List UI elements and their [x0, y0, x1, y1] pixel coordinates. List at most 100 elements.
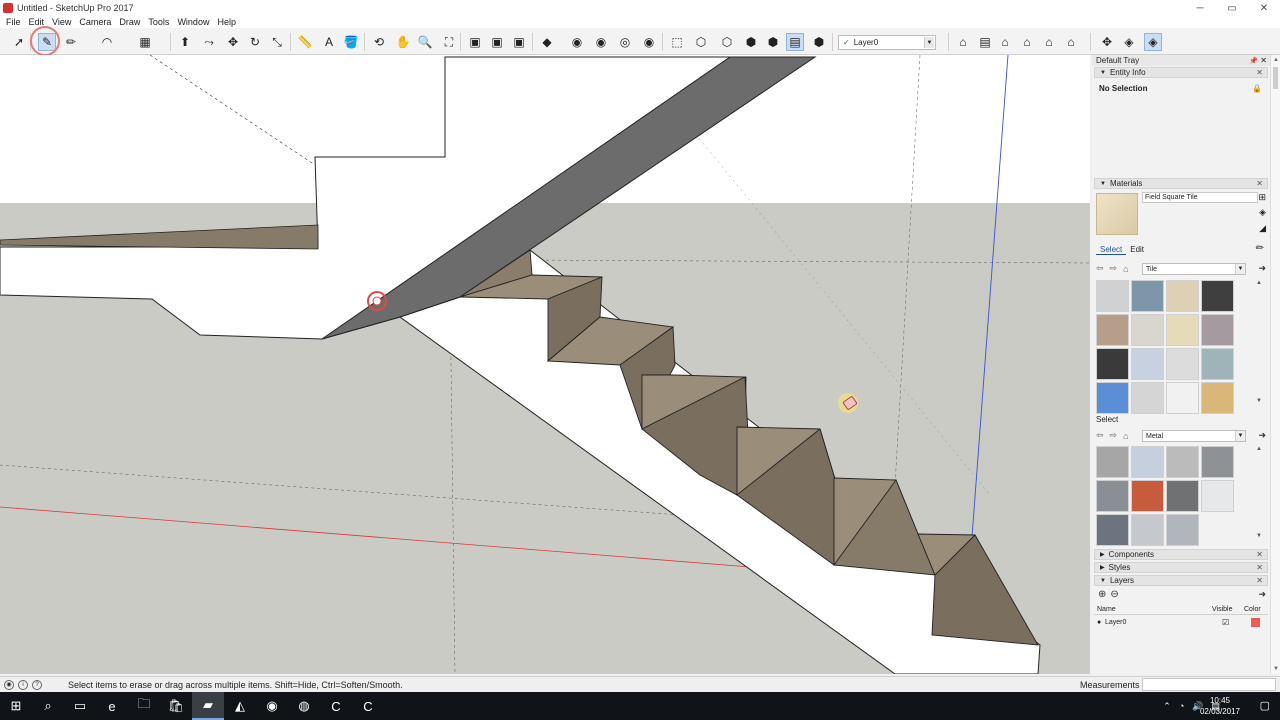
- extension-warehouse-icon[interactable]: ▣: [510, 33, 528, 51]
- pin-icon[interactable]: 📌: [1249, 57, 1258, 65]
- layers-header[interactable]: ▼ Layers ✕: [1094, 575, 1268, 586]
- edge-icon[interactable]: e: [96, 692, 128, 720]
- firefox-icon[interactable]: ◉: [256, 692, 288, 720]
- default-material-icon[interactable]: ◈: [1259, 207, 1266, 218]
- solid-split-icon[interactable]: ◉: [640, 33, 658, 51]
- select-icon[interactable]: ➚: [10, 33, 28, 51]
- layout-icon[interactable]: ◭: [224, 692, 256, 720]
- solid-subtract-icon[interactable]: ◉: [592, 33, 610, 51]
- details-arrow-icon[interactable]: ➜: [1258, 263, 1266, 274]
- scroll-down-icon[interactable]: ▼: [1256, 533, 1264, 539]
- sample-paint-icon[interactable]: ◢: [1259, 223, 1266, 234]
- text-icon[interactable]: A: [320, 33, 338, 51]
- zoom-icon[interactable]: 🔍: [416, 33, 434, 51]
- move-icon[interactable]: ✥: [224, 33, 242, 51]
- menu-window[interactable]: Window: [173, 17, 213, 27]
- network-icon[interactable]: ◔: [1179, 701, 1184, 711]
- notifications-icon[interactable]: ▢: [1260, 699, 1270, 712]
- iso-view-icon[interactable]: ⌂: [954, 33, 972, 51]
- material-swatch[interactable]: [1131, 348, 1164, 380]
- back-arrow-icon[interactable]: ⇦: [1096, 263, 1104, 274]
- section-plane-icon[interactable]: ✥: [1098, 33, 1116, 51]
- orbit-icon[interactable]: ⟲: [370, 33, 388, 51]
- collection-dropdown-tile[interactable]: Tile ▼: [1142, 263, 1246, 275]
- clock[interactable]: 10:45 02/03/2017: [1200, 695, 1240, 717]
- solid-union-icon[interactable]: ◉: [568, 33, 586, 51]
- camtasia-red-icon[interactable]: C: [352, 692, 384, 720]
- back-view-icon[interactable]: ⌂: [1040, 33, 1058, 51]
- model-viewport[interactable]: [0, 55, 1090, 674]
- home-icon[interactable]: ⌂: [1123, 264, 1128, 274]
- left-view-icon[interactable]: ⌂: [1062, 33, 1080, 51]
- ruby-icon[interactable]: ◆: [538, 33, 556, 51]
- measurements-input[interactable]: [1142, 678, 1276, 691]
- shaded-textures-icon[interactable]: ▤: [786, 33, 804, 51]
- material-swatch[interactable]: [1131, 314, 1164, 346]
- arc-icon[interactable]: ◠: [98, 33, 116, 51]
- layer-details-icon[interactable]: ➜: [1258, 589, 1266, 600]
- search-icon[interactable]: ⌕: [32, 692, 64, 720]
- material-swatch[interactable]: [1166, 280, 1199, 312]
- components-header[interactable]: ▶ Components ✕: [1094, 549, 1268, 560]
- close-panel-icon[interactable]: ✕: [1256, 576, 1263, 585]
- start-icon[interactable]: ⊞: [0, 692, 32, 720]
- material-swatch[interactable]: [1096, 382, 1129, 414]
- hidden-line-icon[interactable]: ⬢: [742, 33, 760, 51]
- styles-header[interactable]: ▶ Styles ✕: [1094, 562, 1268, 573]
- model-canvas[interactable]: [0, 55, 1090, 674]
- material-swatch[interactable]: [1131, 514, 1164, 546]
- display-section-icon[interactable]: ◈: [1120, 33, 1138, 51]
- close-panel-icon[interactable]: ✕: [1256, 179, 1263, 188]
- chevron-down-icon[interactable]: ▼: [924, 37, 934, 48]
- close-panel-icon[interactable]: ✕: [1256, 563, 1263, 572]
- material-swatch[interactable]: [1096, 314, 1129, 346]
- shaded-icon[interactable]: ⬢: [764, 33, 782, 51]
- warehouse-icon[interactable]: ▣: [466, 33, 484, 51]
- pencil-line-icon[interactable]: ✏: [62, 33, 80, 51]
- scroll-thumb[interactable]: [1273, 67, 1278, 89]
- material-swatch[interactable]: [1166, 514, 1199, 546]
- push-pull-icon[interactable]: ⬆: [176, 33, 194, 51]
- collection-dropdown-metal[interactable]: Metal ▼: [1142, 430, 1246, 442]
- tab-edit[interactable]: Edit: [1126, 245, 1148, 255]
- forward-arrow-icon[interactable]: ⇨: [1110, 430, 1118, 441]
- tab-select[interactable]: Select: [1096, 245, 1127, 255]
- material-swatch[interactable]: [1096, 514, 1129, 546]
- column-name[interactable]: Name: [1097, 606, 1116, 613]
- maximize-button[interactable]: ▭: [1216, 0, 1248, 16]
- chevron-down-icon[interactable]: ▼: [1235, 264, 1245, 274]
- menu-file[interactable]: File: [2, 17, 25, 27]
- menu-camera[interactable]: Camera: [75, 17, 115, 27]
- help-icon[interactable]: ?: [32, 679, 42, 690]
- close-panel-icon[interactable]: ✕: [1256, 550, 1263, 559]
- forward-arrow-icon[interactable]: ⇨: [1110, 263, 1118, 274]
- add-layer-icon[interactable]: ⊕: [1098, 589, 1106, 600]
- material-swatch[interactable]: [1201, 280, 1234, 312]
- top-view-icon[interactable]: ▤: [976, 33, 994, 51]
- chevron-down-icon[interactable]: ▼: [1235, 431, 1245, 441]
- scroll-down-icon[interactable]: ▼: [1256, 398, 1264, 404]
- materials-header[interactable]: ▼ Materials ✕: [1094, 178, 1268, 189]
- geo-location-icon[interactable]: ◉: [4, 679, 14, 690]
- material-swatch[interactable]: [1131, 446, 1164, 478]
- layer-row[interactable]: ● Layer0 ☑: [1094, 617, 1268, 628]
- rotate-icon[interactable]: ↻: [246, 33, 264, 51]
- layer-name[interactable]: Layer0: [1105, 619, 1126, 626]
- store-icon[interactable]: 🛍: [160, 692, 192, 720]
- material-swatch[interactable]: [1166, 446, 1199, 478]
- minimize-button[interactable]: ─: [1184, 0, 1216, 16]
- tray-scrollbar[interactable]: ▲ ▼: [1270, 55, 1280, 674]
- sample-paint-pencil-icon[interactable]: ✏: [1256, 243, 1264, 254]
- scroll-down-icon[interactable]: ▼: [1272, 666, 1280, 672]
- pan-icon[interactable]: ✋: [394, 33, 412, 51]
- scale-icon[interactable]: ⤡: [268, 33, 286, 51]
- monochrome-icon[interactable]: ⬢: [810, 33, 828, 51]
- material-swatch[interactable]: [1096, 480, 1129, 512]
- layer-color-swatch[interactable]: [1251, 618, 1260, 627]
- material-name-field[interactable]: Field Square Tile: [1142, 192, 1258, 203]
- active-layer-radio[interactable]: ●: [1097, 619, 1101, 626]
- material-swatch[interactable]: [1096, 280, 1129, 312]
- scroll-up-icon[interactable]: ▲: [1256, 280, 1264, 286]
- menu-view[interactable]: View: [48, 17, 75, 27]
- column-visible[interactable]: Visible: [1212, 606, 1233, 613]
